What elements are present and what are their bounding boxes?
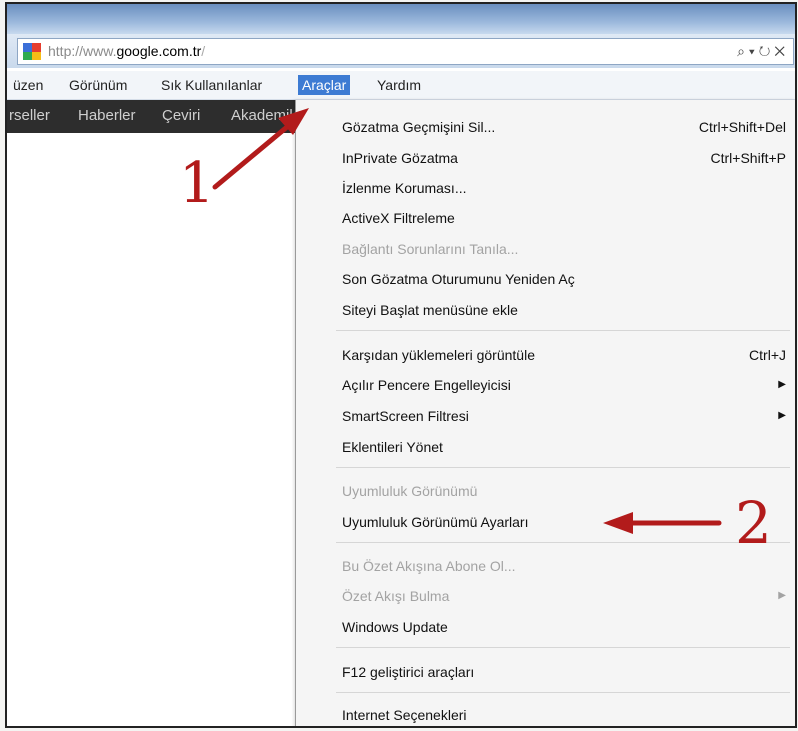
menu-item-label: F12 geliştirici araçları — [342, 664, 475, 680]
menu-item-label: Internet Seçenekleri — [342, 707, 467, 723]
menu-item-uyumluluk-gorunumu: Uyumluluk Görünümü — [342, 480, 786, 502]
menu-separator — [336, 330, 790, 331]
tools-dropdown-menu: Gözatma Geçmişini Sil... Ctrl+Shift+Del … — [295, 100, 795, 726]
menu-araclar[interactable]: Araçlar — [298, 75, 351, 95]
url-domain: google.com.tr — [116, 43, 202, 59]
annotation-step-1: 1 — [179, 151, 215, 216]
menu-item-label: Siteyi Başlat menüsüne ekle — [342, 302, 518, 318]
google-link-ceviri[interactable]: Çeviri — [162, 107, 200, 124]
menu-item-windows-update[interactable]: Windows Update — [342, 616, 786, 638]
menu-item-f12-gelistirici-araclari[interactable]: F12 geliştirici araçları — [342, 661, 786, 683]
menu-duzen[interactable]: üzen — [9, 75, 47, 95]
menu-item-acilir-pencere-engelleyicisi[interactable]: Açılır Pencere Engelleyicisi ▶ — [342, 374, 786, 396]
menu-item-label: Bağlantı Sorunlarını Tanıla... — [342, 241, 519, 257]
menu-item-baglanti-sorunlarini-tanila: Bağlantı Sorunlarını Tanıla... — [342, 238, 786, 260]
shortcut-label: Ctrl+Shift+Del — [698, 119, 786, 135]
menu-item-label: Eklentileri Yönet — [342, 439, 443, 455]
menu-item-label: SmartScreen Filtresi — [342, 408, 469, 424]
url-prefix: http://www. — [48, 43, 117, 59]
url-input[interactable]: http://www.google.com.tr/ ⌕ ▾ ↻ ✕ — [17, 38, 794, 65]
menu-item-inprivate-gozatma[interactable]: InPrivate Gözatma Ctrl+Shift+P — [342, 147, 786, 169]
google-link-akademik[interactable]: Akademik — [231, 107, 297, 124]
menu-item-ozet-akisi-bulma: Özet Akışı Bulma ▶ — [342, 585, 786, 607]
menu-item-label: Özet Akışı Bulma — [342, 588, 450, 604]
submenu-arrow-icon: ▶ — [778, 590, 786, 601]
menu-item-label: Uyumluluk Görünümü Ayarları — [342, 514, 529, 530]
shortcut-label: Ctrl+Shift+P — [710, 150, 786, 166]
menu-item-label: Bu Özet Akışına Abone Ol... — [342, 558, 516, 574]
title-bar — [7, 4, 795, 34]
menu-item-internet-secenekleri[interactable]: Internet Seçenekleri — [342, 704, 786, 726]
menu-separator — [336, 467, 790, 468]
menu-item-label: Gözatma Geçmişini Sil... — [342, 119, 496, 135]
menu-item-smartscreen-filtresi[interactable]: SmartScreen Filtresi ▶ — [342, 405, 786, 427]
menu-item-label: Açılır Pencere Engelleyicisi — [342, 377, 511, 393]
address-bar: http://www.google.com.tr/ ⌕ ▾ ↻ ✕ — [7, 34, 795, 68]
url-separator: / — [201, 43, 206, 59]
menu-item-label: Windows Update — [342, 619, 448, 635]
menu-item-label: İzlenme Koruması... — [342, 180, 467, 196]
menu-item-ozet-akisina-abone-ol: Bu Özet Akışına Abone Ol... — [342, 555, 786, 577]
google-bar: rseller Haberler Çeviri Akademik — [7, 100, 307, 133]
google-link-gorseller[interactable]: rseller — [9, 107, 50, 124]
menu-item-label: Karşıdan yüklemeleri görüntüle — [342, 347, 535, 363]
google-link-haberler[interactable]: Haberler — [78, 107, 136, 124]
submenu-arrow-icon: ▶ — [778, 379, 786, 390]
shortcut-label: Ctrl+J — [749, 347, 786, 363]
google-favicon-icon — [23, 43, 41, 60]
menu-yardim[interactable]: Yardım — [373, 75, 425, 95]
menu-item-label: Uyumluluk Görünümü — [342, 483, 478, 499]
menu-sik-kullanilanlar[interactable]: Sık Kullanılanlar — [157, 75, 266, 95]
menu-item-son-gozatma-oturumu[interactable]: Son Gözatma Oturumunu Yeniden Aç — [342, 268, 786, 290]
address-search-refresh-icons[interactable]: ⌕ ▾ ↻ ✕ — [737, 39, 785, 64]
submenu-arrow-icon: ▶ — [778, 410, 786, 421]
menu-item-label: ActiveX Filtreleme — [342, 210, 455, 226]
menu-item-activex-filtreleme[interactable]: ActiveX Filtreleme — [342, 207, 786, 229]
browser-window: http://www.google.com.tr/ ⌕ ▾ ↻ ✕ üzen G… — [5, 2, 797, 728]
menu-item-label: Son Gözatma Oturumunu Yeniden Aç — [342, 271, 575, 287]
menu-separator — [336, 647, 790, 648]
menu-item-izlenme-korumasi[interactable]: İzlenme Koruması... — [342, 177, 786, 199]
menu-separator — [336, 692, 790, 693]
menu-bar: üzen Görünüm Sık Kullanılanlar Araçlar Y… — [7, 71, 795, 100]
menu-gorunum[interactable]: Görünüm — [65, 75, 131, 95]
menu-item-eklentileri-yonet[interactable]: Eklentileri Yönet — [342, 436, 786, 458]
annotation-step-2: 2 — [735, 489, 772, 557]
menu-item-siteyi-baslat-menusune-ekle[interactable]: Siteyi Başlat menüsüne ekle — [342, 299, 786, 321]
menu-separator — [336, 542, 790, 543]
menu-item-label: InPrivate Gözatma — [342, 150, 458, 166]
menu-item-uyumluluk-gorunumu-ayarlari[interactable]: Uyumluluk Görünümü Ayarları — [342, 511, 786, 533]
menu-item-karsidan-yuklemeler[interactable]: Karşıdan yüklemeleri görüntüle Ctrl+J — [342, 344, 786, 366]
menu-item-gozatma-gecmisini-sil[interactable]: Gözatma Geçmişini Sil... Ctrl+Shift+Del — [342, 116, 786, 138]
